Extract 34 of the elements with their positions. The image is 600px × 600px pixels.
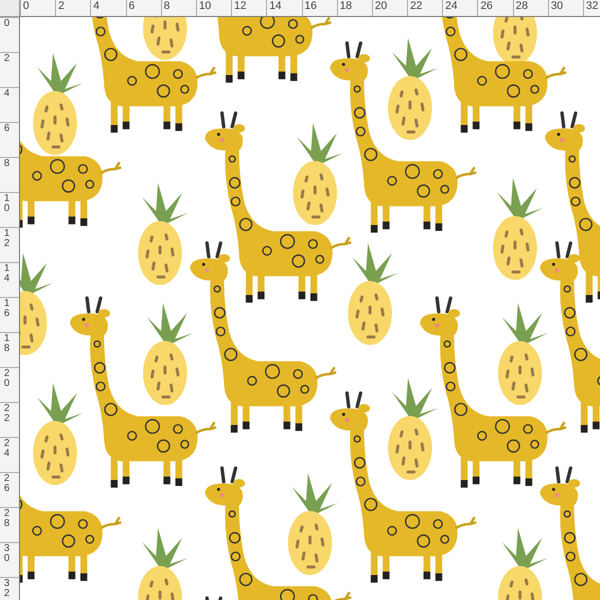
ruler-label: 14	[4, 264, 10, 284]
ruler-label: 14	[269, 0, 282, 13]
ruler-label: 32	[586, 0, 598, 13]
ruler-label: 28	[516, 0, 528, 13]
ruler-label: 30	[550, 0, 564, 13]
ruler-label: 26	[4, 474, 10, 494]
ruler-label: 0	[23, 0, 30, 13]
ruler-label: 22	[4, 404, 10, 424]
ruler-label: 10	[4, 194, 10, 214]
ruler-label: 18	[340, 0, 352, 13]
ruler-label: 8	[4, 159, 10, 169]
ruler-label: 8	[164, 0, 170, 13]
ruler-label: 2	[4, 54, 10, 64]
ruler-label: 20	[374, 0, 388, 13]
ruler-label: 16	[4, 299, 10, 319]
ruler-label: 22	[410, 0, 422, 13]
ruler-label: 26	[480, 0, 493, 13]
ruler-label: 6	[128, 0, 135, 13]
ruler-label: 2	[58, 0, 64, 13]
ruler-label: 0	[4, 19, 10, 29]
ruler-label: 20	[4, 369, 10, 389]
ruler-label: 12	[4, 229, 10, 249]
ruler-label: 4	[93, 0, 100, 13]
ruler-label: 18	[4, 334, 10, 354]
ruler-label: 28	[4, 509, 10, 529]
ruler-label: 30	[4, 544, 10, 564]
ruler-label: 6	[4, 124, 10, 134]
ruler-label: 16	[304, 0, 317, 13]
ruler-label: 4	[4, 89, 10, 99]
ruler-label: 12	[234, 0, 246, 13]
ruler-label: 10	[198, 0, 212, 13]
ruler-label: 24	[4, 439, 10, 459]
ruler-label: 32	[4, 579, 10, 599]
ruler-label: 24	[445, 0, 458, 13]
